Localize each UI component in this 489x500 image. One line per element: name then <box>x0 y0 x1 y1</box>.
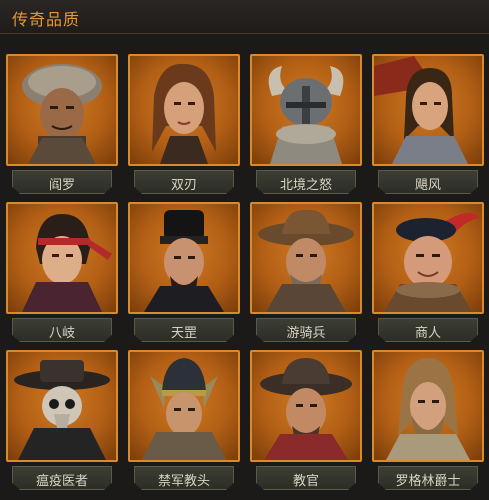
section-header: 传奇品质 <box>0 0 489 34</box>
hero-card-wenyiyizhe[interactable]: 瘟疫医者 <box>6 350 118 494</box>
hero-name-plate: 阎罗 <box>12 170 112 194</box>
hero-card-luogelinjueshi[interactable]: 罗格林爵士 <box>372 350 484 494</box>
braided-woman-portrait <box>128 54 240 166</box>
hero-card-shuangren[interactable]: 双刃 <box>128 54 240 198</box>
horned-helmet-portrait <box>250 54 362 166</box>
hero-name: 阎罗 <box>48 178 75 193</box>
hero-name: 罗格林爵士 <box>395 474 461 489</box>
black-hat-official-portrait <box>128 202 240 314</box>
hero-name: 商人 <box>414 326 441 341</box>
hero-grid: 阎罗 双刃 北境之怒 飓风 八岐 天罡 游骑兵 商人 瘟疫医者 禁军教头 教官 … <box>6 54 486 494</box>
hero-card-jinjunjiaotou[interactable]: 禁军教头 <box>128 350 240 494</box>
hero-card-beijingzhinu[interactable]: 北境之怒 <box>250 54 362 198</box>
hero-card-shangren[interactable]: 商人 <box>372 202 484 346</box>
header-title: 传奇品质 <box>12 10 81 29</box>
cowboy-hat-ranger-portrait <box>250 202 362 314</box>
fur-hat-warrior-portrait <box>6 54 118 166</box>
hero-name: 飓风 <box>414 178 441 193</box>
hero-name: 禁军教头 <box>157 474 210 489</box>
headband-samurai-portrait <box>6 202 118 314</box>
bearded-knight-portrait <box>372 350 484 462</box>
hero-name: 瘟疫医者 <box>35 474 88 489</box>
plague-doctor-portrait <box>6 350 118 462</box>
hero-name: 双刃 <box>170 178 197 193</box>
hero-card-youqibing[interactable]: 游骑兵 <box>250 202 362 346</box>
hero-card-jiaoguan[interactable]: 教官 <box>250 350 362 494</box>
hero-name-plate: 游骑兵 <box>256 318 356 342</box>
hero-name: 八岐 <box>48 326 75 341</box>
hero-name-plate: 教官 <box>256 466 356 490</box>
hero-name-plate: 罗格林爵士 <box>378 466 478 490</box>
feathered-hat-merchant-portrait <box>372 202 484 314</box>
long-haired-knight-portrait <box>372 54 484 166</box>
hero-name-plate: 双刃 <box>134 170 234 194</box>
hero-name-plate: 北境之怒 <box>256 170 356 194</box>
wide-hat-instructor-portrait <box>250 350 362 462</box>
hero-name-plate: 瘟疫医者 <box>12 466 112 490</box>
hero-name-plate: 飓风 <box>378 170 478 194</box>
hero-card-tiangang[interactable]: 天罡 <box>128 202 240 346</box>
hero-name: 游骑兵 <box>286 326 326 341</box>
hero-name: 北境之怒 <box>279 178 332 193</box>
hero-name-plate: 天罡 <box>134 318 234 342</box>
hero-name-plate: 八岐 <box>12 318 112 342</box>
hero-name: 天罡 <box>170 326 197 341</box>
hero-name: 教官 <box>292 474 319 489</box>
hero-name-plate: 禁军教头 <box>134 466 234 490</box>
hero-card-baqi[interactable]: 八岐 <box>6 202 118 346</box>
hero-name-plate: 商人 <box>378 318 478 342</box>
winged-helmet-general-portrait <box>128 350 240 462</box>
hero-card-yanluo[interactable]: 阎罗 <box>6 54 118 198</box>
hero-card-jufeng[interactable]: 飓风 <box>372 54 484 198</box>
